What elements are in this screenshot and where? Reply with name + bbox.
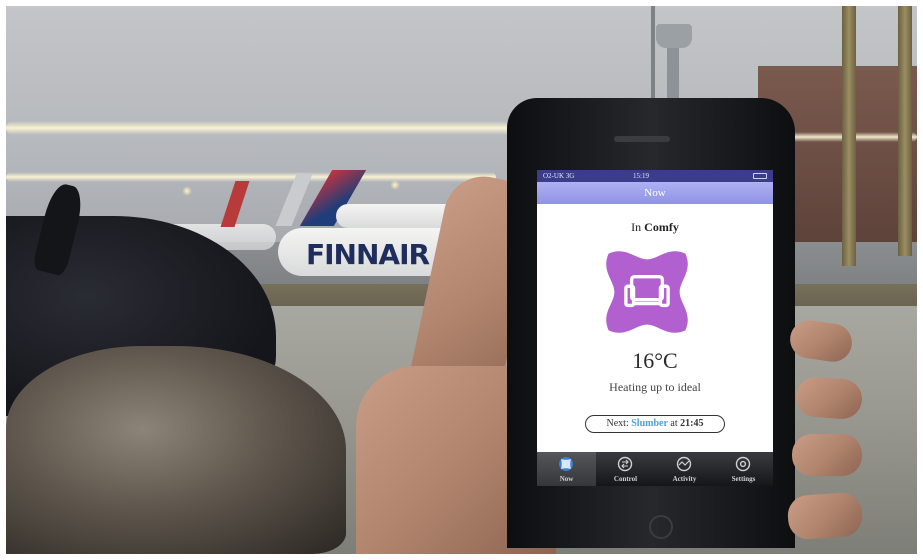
- phone-screen: O2-UK 3G 15:19 Now In Comfy 16°C Heating…: [537, 170, 773, 486]
- status-time: 15:19: [633, 172, 649, 180]
- ceiling-light-reflection: [6, 172, 496, 182]
- tab-label: Settings: [731, 475, 756, 483]
- apron-light: [390, 180, 400, 190]
- window-frame-post: [898, 6, 912, 256]
- next-at: at: [670, 418, 678, 429]
- next-mode-name: Slumber: [631, 418, 668, 429]
- control-tower-cab: [656, 24, 692, 48]
- fur-hood: [6, 346, 346, 554]
- armchair-icon[interactable]: [599, 244, 695, 340]
- window-frame-post: [842, 6, 856, 266]
- mode-prefix: In: [631, 220, 642, 234]
- tab-label: Control: [613, 475, 638, 483]
- finnair-livery-text: FINNAIR: [306, 238, 430, 271]
- mode-name: Comfy: [644, 220, 679, 234]
- carrier-label: O2-UK 3G: [543, 172, 575, 180]
- now-icon: [559, 457, 573, 471]
- activity-icon: [676, 456, 692, 472]
- nav-title: Now: [644, 187, 666, 199]
- home-button[interactable]: [649, 515, 673, 539]
- battery-icon: [753, 173, 767, 179]
- next-mode-pill[interactable]: Next: Slumber at 21:45: [585, 415, 725, 433]
- temperature-readout: 16°C: [632, 348, 678, 373]
- ceiling-light-reflection: [6, 121, 526, 135]
- settings-icon: [735, 456, 751, 472]
- status-bar: O2-UK 3G 15:19: [537, 170, 773, 182]
- tab-bar: Now Control Activity Settings: [537, 452, 773, 486]
- finger: [794, 375, 864, 421]
- control-icon: [617, 456, 633, 472]
- tab-activity[interactable]: Activity: [655, 452, 714, 486]
- nav-bar: Now: [537, 182, 773, 204]
- tab-control[interactable]: Control: [596, 452, 655, 486]
- tab-label: Activity: [672, 475, 697, 483]
- current-mode-line: In Comfy: [537, 220, 773, 235]
- next-label: Next:: [606, 418, 629, 429]
- apron-light: [182, 186, 192, 196]
- lamp-pole: [651, 6, 655, 106]
- tab-now[interactable]: Now: [537, 452, 596, 486]
- tab-settings[interactable]: Settings: [714, 452, 773, 486]
- tab-label: Now: [559, 475, 574, 483]
- heating-status: Heating up to ideal: [609, 380, 701, 394]
- next-time: 21:45: [680, 418, 704, 429]
- finger: [792, 434, 862, 476]
- phone-earpiece: [614, 136, 670, 142]
- finger: [786, 491, 864, 541]
